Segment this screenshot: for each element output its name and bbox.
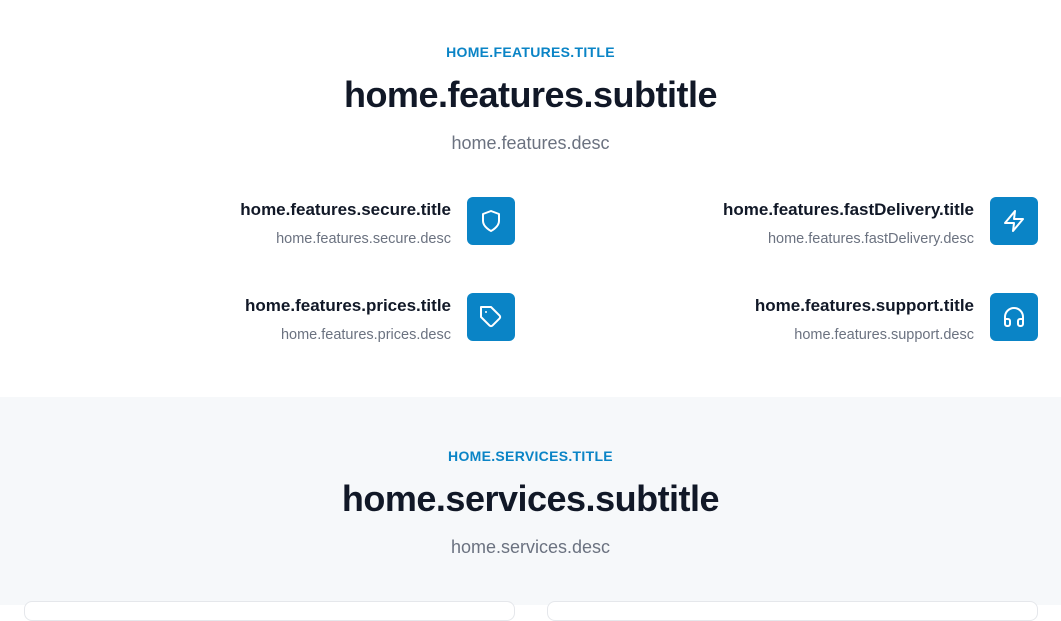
feature-icon-box	[467, 197, 515, 245]
feature-description: home.features.support.desc	[794, 327, 974, 343]
services-title: home.services.subtitle	[341, 478, 720, 519]
feature-description: home.features.secure.desc	[276, 231, 451, 247]
shield-icon	[482, 210, 500, 232]
feature-prices: home.features.prices.title home.features…	[40, 293, 515, 343]
service-card[interactable]	[547, 601, 1038, 621]
feature-icon-box	[990, 197, 1038, 245]
services-section: HOME.SERVICES.TITLE home.services.subtit…	[0, 397, 1061, 621]
feature-title: home.features.prices.title	[245, 296, 451, 315]
tag-icon	[480, 306, 502, 328]
feature-title: home.features.support.title	[754, 296, 974, 315]
services-eyebrow: HOME.SERVICES.TITLE	[448, 448, 613, 464]
lightning-icon	[1004, 210, 1024, 232]
feature-support: home.features.support.title home.feature…	[563, 293, 1038, 343]
services-description: home.services.desc	[450, 537, 611, 557]
feature-description: home.features.fastDelivery.desc	[767, 231, 974, 247]
features-section: HOME.FEATURES.TITLE home.features.subtit…	[0, 0, 1061, 397]
features-title: home.features.subtitle	[343, 74, 718, 115]
headphones-icon	[1004, 307, 1024, 327]
feature-secure: home.features.secure.title home.features…	[40, 197, 515, 247]
feature-icon-box	[467, 293, 515, 341]
feature-fast-delivery: home.features.fastDelivery.title home.fe…	[563, 197, 1038, 247]
feature-description: home.features.prices.desc	[280, 327, 451, 343]
features-eyebrow: HOME.FEATURES.TITLE	[446, 44, 615, 60]
service-card[interactable]	[24, 601, 515, 621]
feature-title: home.features.fastDelivery.title	[723, 200, 974, 219]
feature-title: home.features.secure.title	[240, 200, 451, 219]
features-description: home.features.desc	[451, 133, 610, 153]
feature-icon-box	[990, 293, 1038, 341]
